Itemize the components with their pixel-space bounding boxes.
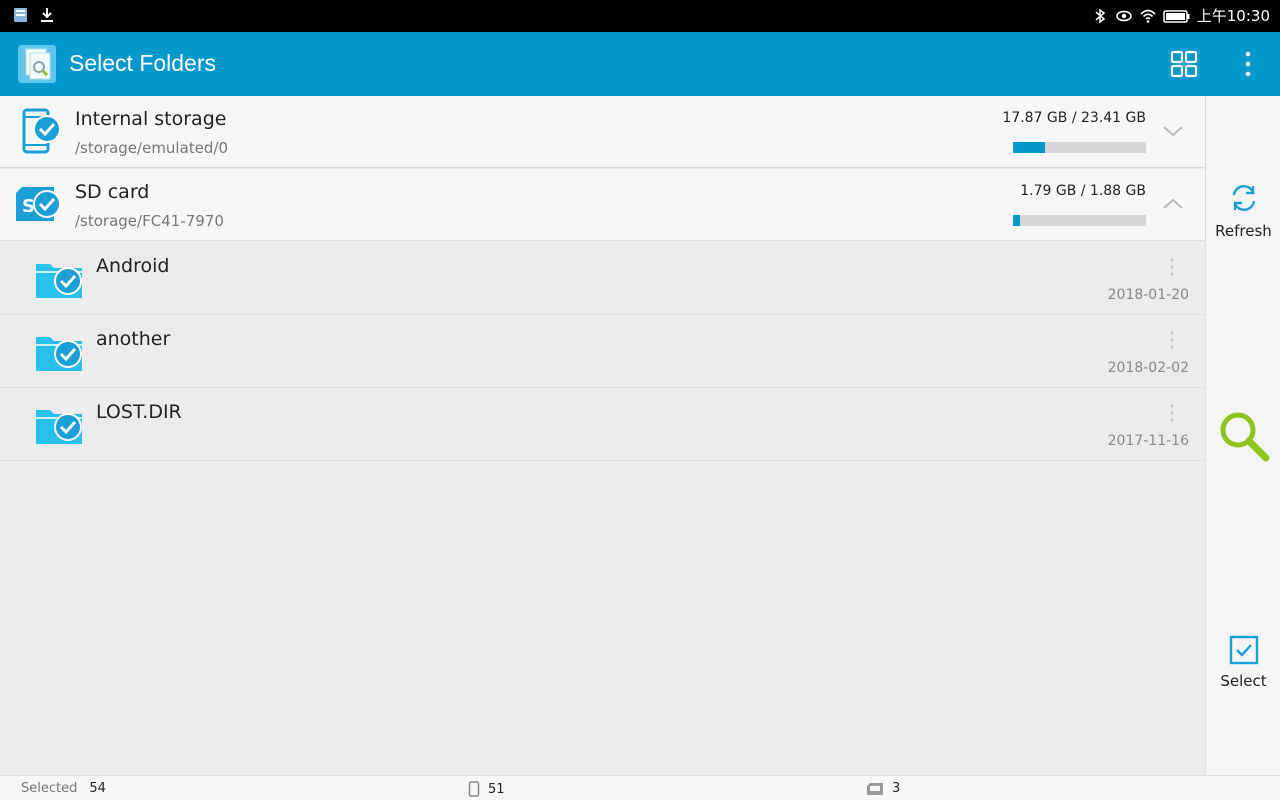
selected-label: Selected xyxy=(21,781,78,796)
chevron-down-icon[interactable] xyxy=(1160,118,1186,144)
storage-name: Internal storage xyxy=(75,108,227,130)
storage-row-internal[interactable]: Internal storage /storage/emulated/0 17.… xyxy=(0,96,1205,168)
svg-text:S: S xyxy=(22,196,35,217)
app-notification-icon xyxy=(14,8,27,22)
grid-view-icon[interactable] xyxy=(1168,48,1200,80)
folder-row[interactable]: LOST.DIR 2017-11-16 xyxy=(0,388,1205,461)
storage-usage-fill xyxy=(1013,215,1020,226)
folder-date: 2018-02-02 xyxy=(1107,360,1189,376)
storage-path: /storage/emulated/0 xyxy=(75,139,229,157)
storage-usage-fill xyxy=(1013,142,1045,153)
chevron-up-icon[interactable] xyxy=(1160,191,1186,217)
folder-checked-icon xyxy=(36,264,82,298)
refresh-button[interactable]: Refresh xyxy=(1206,180,1280,240)
bluetooth-icon xyxy=(1095,8,1105,23)
storage-size: 17.87 GB / 23.41 GB xyxy=(1002,110,1146,126)
folder-row[interactable]: Android 2018-01-20 xyxy=(0,242,1205,315)
storage-usage-bar xyxy=(1013,215,1146,226)
folder-menu-icon[interactable] xyxy=(1164,256,1180,278)
selected-count: Selected 54 xyxy=(21,781,106,796)
page-title: Select Folders xyxy=(69,50,217,76)
select-label: Select xyxy=(1220,672,1267,690)
folder-date: 2018-01-20 xyxy=(1107,287,1189,303)
phone-count: 51 xyxy=(468,781,505,797)
sd-count-value: 3 xyxy=(892,781,901,796)
select-checkbox-icon xyxy=(1229,635,1258,665)
folder-menu-icon[interactable] xyxy=(1164,329,1180,351)
phone-storage-checked-icon xyxy=(22,108,61,154)
app-bar: Select Folders xyxy=(0,32,1280,96)
storage-size: 1.79 GB / 1.88 GB xyxy=(1020,183,1146,199)
status-bar: 上午10:30 xyxy=(0,0,1280,32)
refresh-icon xyxy=(1232,185,1255,211)
refresh-label: Refresh xyxy=(1215,222,1272,240)
more-options-icon[interactable] xyxy=(1232,48,1264,80)
folder-list: Internal storage /storage/emulated/0 17.… xyxy=(0,96,1205,775)
download-icon xyxy=(41,8,53,22)
search-icon[interactable] xyxy=(1216,408,1272,464)
folder-name: another xyxy=(96,328,171,350)
storage-name: SD card xyxy=(75,181,150,203)
app-logo-icon xyxy=(18,45,56,83)
sd-card-icon xyxy=(867,782,883,795)
storage-path: /storage/FC41-7970 xyxy=(75,212,224,230)
select-button[interactable]: Select xyxy=(1206,634,1280,690)
folder-checked-icon xyxy=(36,410,82,444)
folder-name: Android xyxy=(96,255,170,277)
phone-count-value: 51 xyxy=(488,781,505,797)
eye-icon xyxy=(1116,10,1132,21)
storage-usage-bar xyxy=(1013,142,1146,153)
status-bar-right: 上午10:30 xyxy=(1091,5,1270,26)
bottom-status-bar: Selected 54 51 3 xyxy=(0,775,1280,800)
battery-icon xyxy=(1163,9,1190,23)
phone-icon xyxy=(468,781,480,797)
folder-date: 2017-11-16 xyxy=(1107,433,1189,449)
folder-checked-icon xyxy=(36,337,82,371)
sd-card-checked-icon: S xyxy=(16,187,61,221)
sd-count: 3 xyxy=(866,781,900,796)
status-time: 上午10:30 xyxy=(1196,7,1270,25)
folder-name: LOST.DIR xyxy=(96,401,182,423)
side-action-panel: Refresh Select xyxy=(1205,96,1280,775)
status-bar-left xyxy=(12,6,56,24)
folder-menu-icon[interactable] xyxy=(1164,402,1180,424)
selected-value: 54 xyxy=(89,781,106,796)
folder-row[interactable]: another 2018-02-02 xyxy=(0,315,1205,388)
wifi-icon xyxy=(1140,9,1156,23)
storage-row-sd-card[interactable]: S SD card /storage/FC41-7970 1.79 GB / 1… xyxy=(0,169,1205,241)
